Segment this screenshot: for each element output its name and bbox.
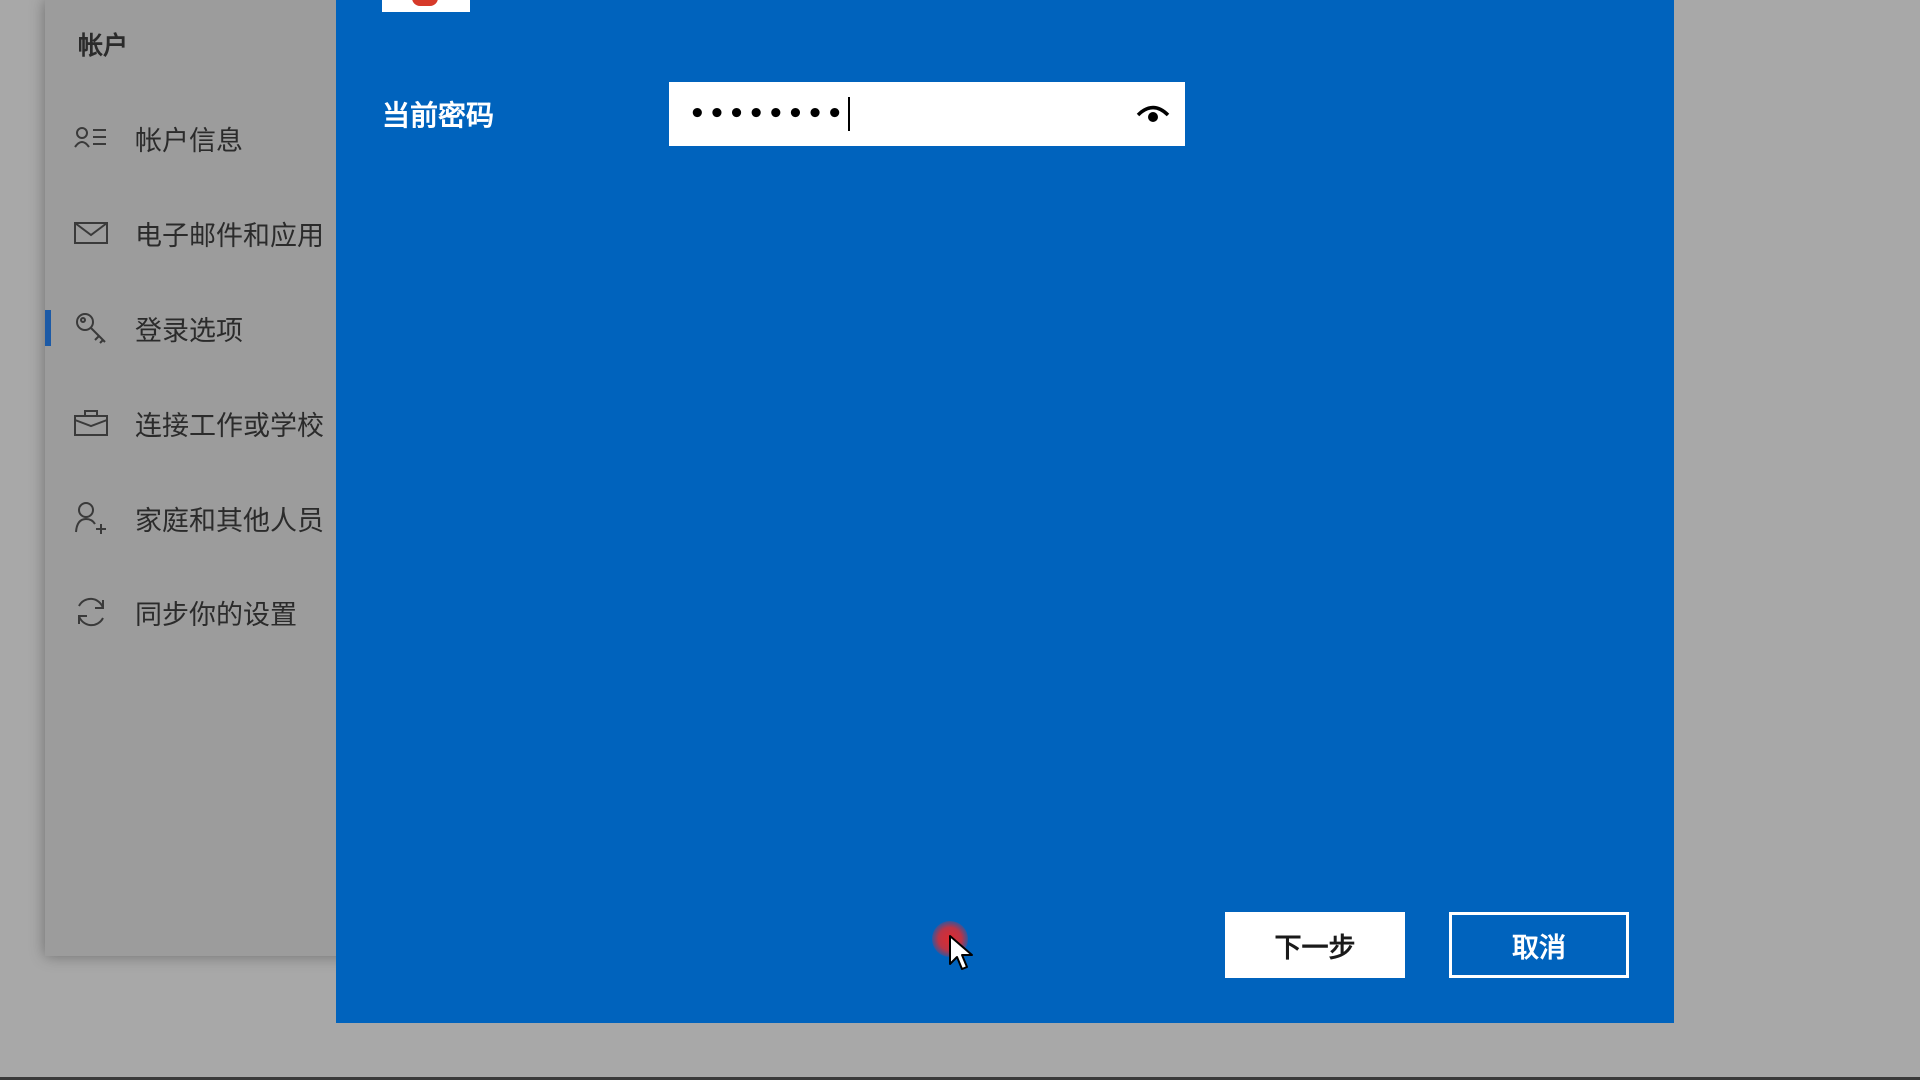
current-password-label: 当前密码 [382,99,495,132]
text-caret [847,97,850,131]
sidebar-item-label: 登录选项 [135,315,243,347]
sidebar-item-label: 电子邮件和应用 [135,220,324,252]
sidebar-item-label: 帐户信息 [135,125,243,157]
sidebar-item-label: 同步你的设置 [135,599,297,631]
add-person-icon [73,500,109,536]
password-value: •••••••• [689,99,846,129]
sync-icon [73,594,109,630]
sidebar-item-work-school[interactable]: 连接工作或学校 [45,393,335,453]
selected-indicator [45,310,51,346]
sidebar-item-label: 家庭和其他人员 [135,505,324,537]
change-password-dialog: 当前密码 •••••••• 下一步 取消 [336,0,1674,1023]
current-password-input[interactable]: •••••••• [669,82,1185,146]
sidebar-item-label: 连接工作或学校 [135,410,324,442]
screen: 帐户 帐户信息 电子邮件和应用 登录选项 连接工作或学校 家庭和其他人员 同步你… [0,0,1920,1080]
sidebar-item-sign-in-options[interactable]: 登录选项 [45,298,335,358]
sidebar-item-account-info[interactable]: 帐户信息 [45,108,335,168]
sidebar-item-email-apps[interactable]: 电子邮件和应用 [45,203,335,263]
dialog-header-image [382,0,470,12]
eye-icon[interactable] [1135,96,1171,132]
cancel-button[interactable]: 取消 [1449,912,1629,978]
sidebar-item-family[interactable]: 家庭和其他人员 [45,488,335,548]
next-button[interactable]: 下一步 [1225,912,1405,978]
section-title: 帐户 [78,31,129,60]
sidebar: 帐户 帐户信息 电子邮件和应用 登录选项 连接工作或学校 家庭和其他人员 同步你… [45,0,335,956]
account-info-icon [73,120,109,156]
briefcase-icon [73,405,109,441]
key-icon [73,310,109,346]
sidebar-item-sync[interactable]: 同步你的设置 [45,582,335,642]
mail-icon [73,215,109,251]
